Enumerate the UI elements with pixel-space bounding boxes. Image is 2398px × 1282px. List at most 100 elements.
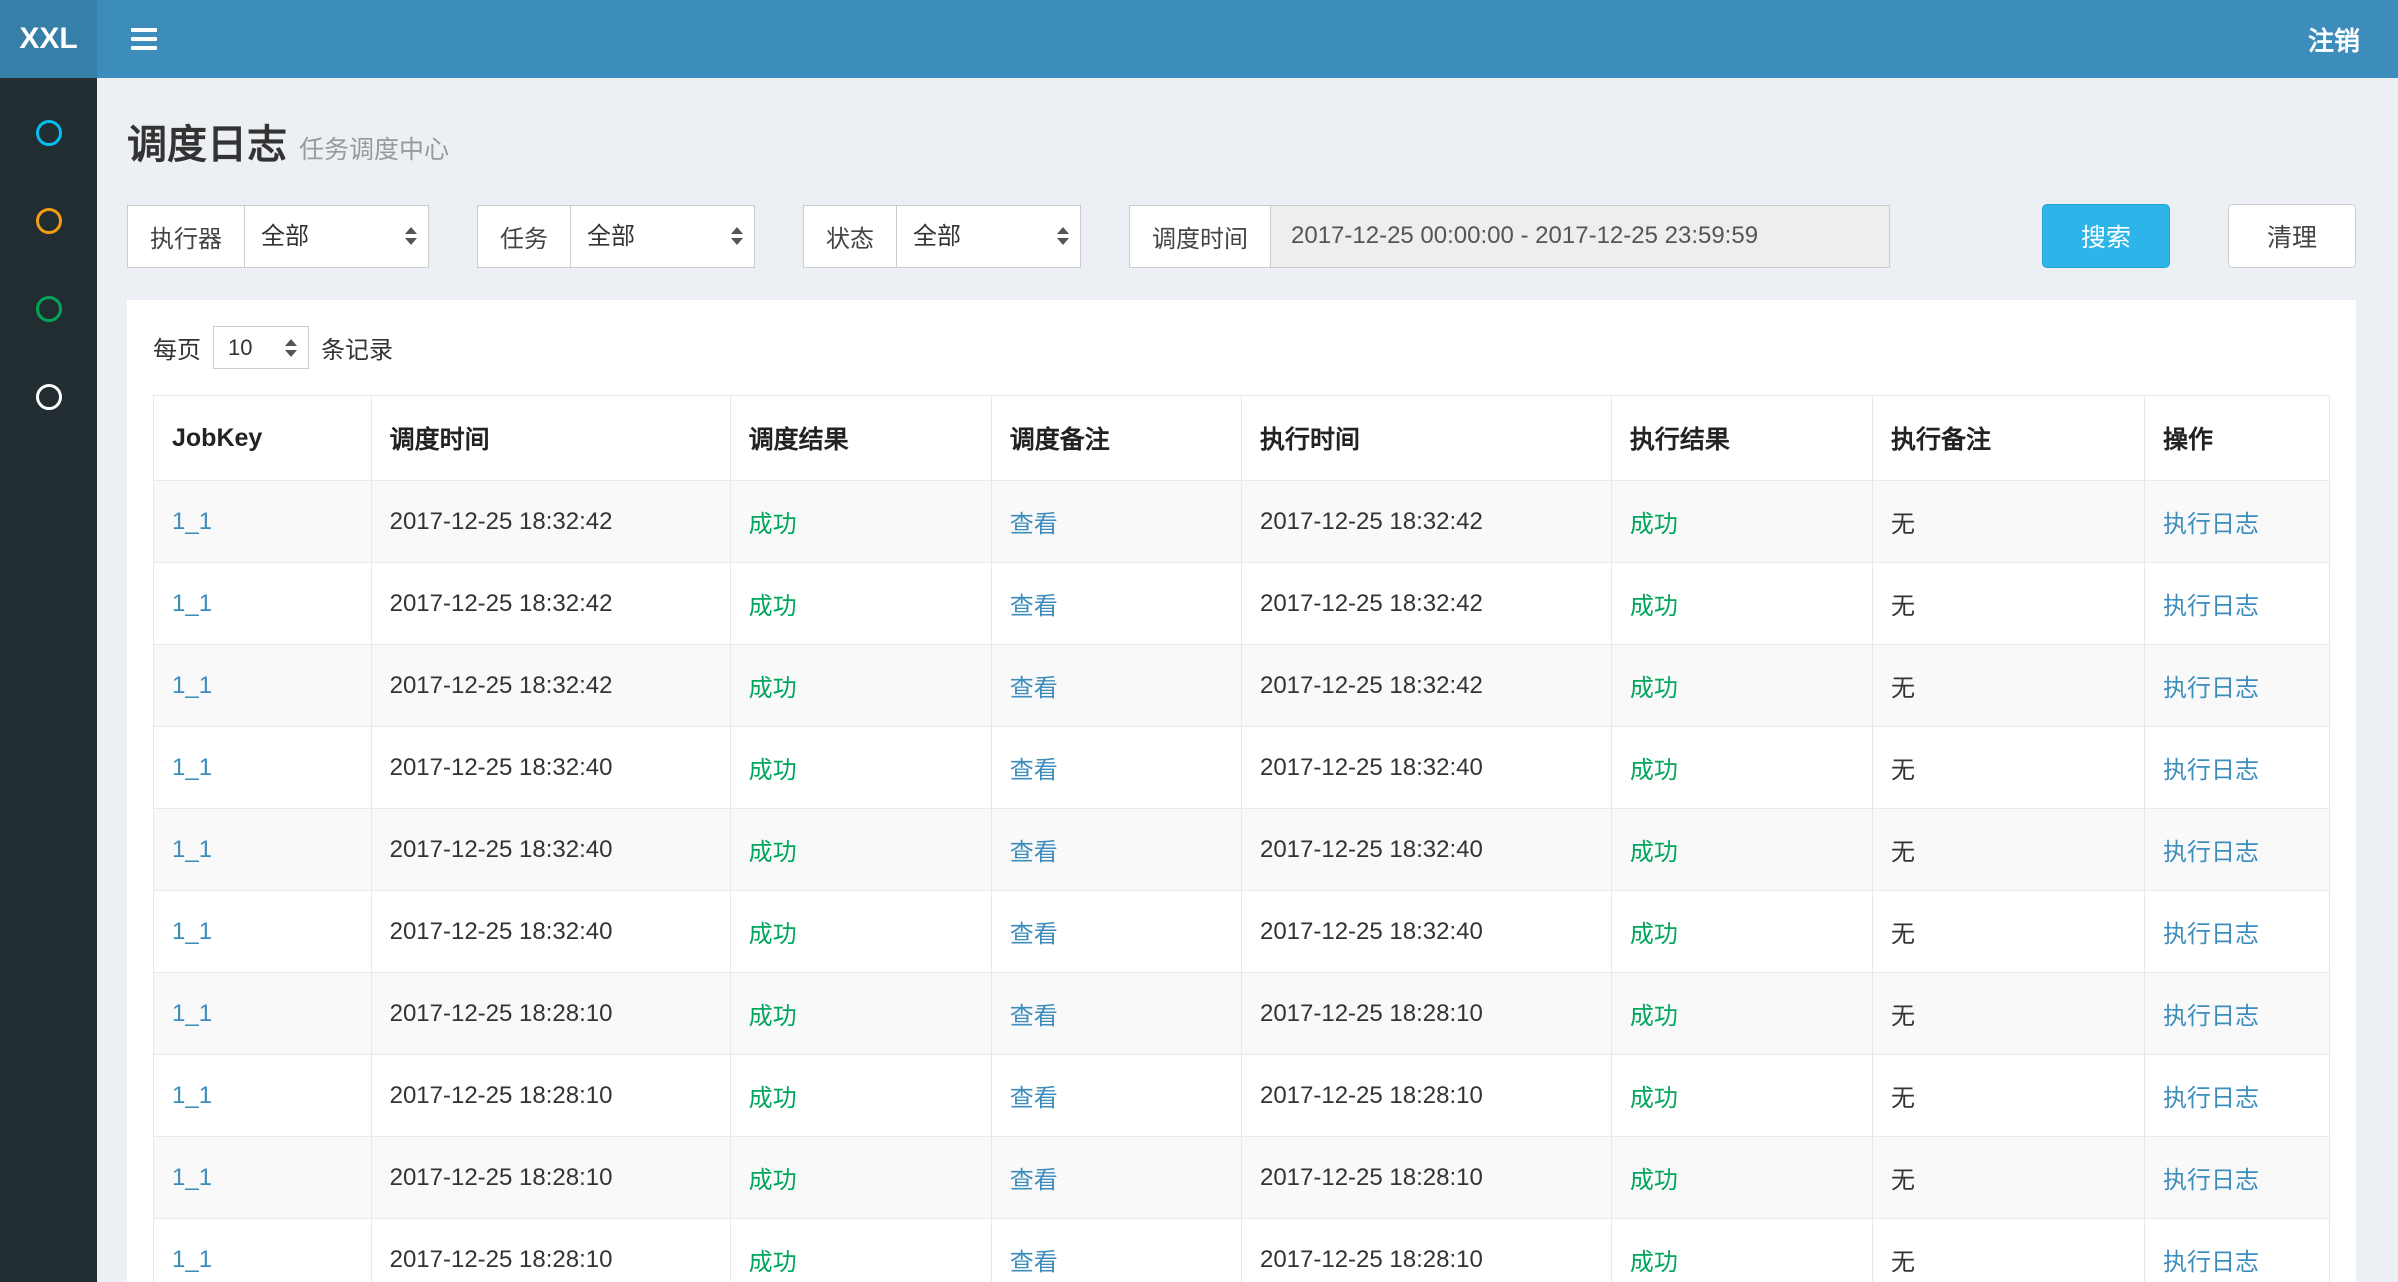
exec-log-link[interactable]: 执行日志 [2163, 1085, 2259, 1112]
sched-result-cell: 成功 [730, 645, 991, 727]
exec-remark-cell: 无 [1872, 645, 2144, 727]
sched-remark-link-cell: 查看 [991, 645, 1241, 727]
time-range-input[interactable] [1270, 205, 1890, 268]
status-filter-select[interactable]: 全部 [896, 205, 1081, 268]
exec-remark-cell: 无 [1872, 727, 2144, 809]
sched-result-cell: 成功 [730, 1055, 991, 1137]
page-title: 调度日志 [127, 123, 287, 167]
exec-result-cell: 成功 [1611, 891, 1872, 973]
time-filter: 调度时间 [1129, 205, 1890, 268]
sched-remark-link-cell: 查看 [991, 563, 1241, 645]
sched-result-cell: 成功 [730, 727, 991, 809]
column-header: JobKey [154, 396, 372, 481]
page-size-select[interactable]: 10 [213, 326, 309, 369]
job-filter-select[interactable]: 全部 [570, 205, 755, 268]
exec-time-cell: 2017-12-25 18:32:40 [1241, 891, 1611, 973]
sidebar-item-4[interactable] [0, 366, 97, 428]
sched-remark-link[interactable]: 查看 [1010, 1085, 1058, 1112]
search-button[interactable]: 搜索 [2042, 204, 2170, 268]
jobkey-link[interactable]: 1_1 [172, 1164, 212, 1191]
sidebar-item-1[interactable] [0, 102, 97, 164]
exec-log-link-cell: 执行日志 [2144, 973, 2329, 1055]
exec-time-cell: 2017-12-25 18:32:42 [1241, 645, 1611, 727]
jobkey-link[interactable]: 1_1 [172, 1000, 212, 1027]
app-logo[interactable]: XXL [0, 0, 97, 78]
sched-remark-link-cell: 查看 [991, 1219, 1241, 1282]
page-header: 调度日志任务调度中心 [127, 112, 2356, 170]
log-table: JobKey调度时间调度结果调度备注执行时间执行结果执行备注操作 1_12017… [153, 395, 2330, 1282]
sidebar-item-2[interactable] [0, 190, 97, 252]
exec-log-link-cell: 执行日志 [2144, 891, 2329, 973]
jobkey-link[interactable]: 1_1 [172, 1246, 212, 1273]
executor-filter-select[interactable]: 全部 [244, 205, 429, 268]
jobkey-link[interactable]: 1_1 [172, 1082, 212, 1109]
exec-log-link[interactable]: 执行日志 [2163, 1167, 2259, 1194]
sched-remark-link[interactable]: 查看 [1010, 1167, 1058, 1194]
job-filter-label: 任务 [477, 205, 570, 268]
clear-button[interactable]: 清理 [2228, 204, 2356, 268]
table-row: 1_12017-12-25 18:32:40成功查看2017-12-25 18:… [154, 727, 2330, 809]
sched-remark-link[interactable]: 查看 [1010, 1003, 1058, 1030]
table-row: 1_12017-12-25 18:28:10成功查看2017-12-25 18:… [154, 1137, 2330, 1219]
exec-log-link-cell: 执行日志 [2144, 645, 2329, 727]
executor-filter-label: 执行器 [127, 205, 244, 268]
sched-remark-link-cell: 查看 [991, 1055, 1241, 1137]
jobkey-link[interactable]: 1_1 [172, 918, 212, 945]
sched-remark-link[interactable]: 查看 [1010, 839, 1058, 866]
job-filter: 任务 全部 [477, 205, 755, 268]
jobkey-link[interactable]: 1_1 [172, 672, 212, 699]
exec-result-cell: 成功 [1611, 645, 1872, 727]
sched-result-cell: 成功 [730, 563, 991, 645]
sched-time-cell: 2017-12-25 18:28:10 [371, 1137, 730, 1219]
sched-remark-link-cell: 查看 [991, 891, 1241, 973]
sched-remark-link[interactable]: 查看 [1010, 593, 1058, 620]
exec-log-link[interactable]: 执行日志 [2163, 921, 2259, 948]
jobkey-link-cell: 1_1 [154, 1219, 372, 1282]
exec-remark-cell: 无 [1872, 1055, 2144, 1137]
log-panel: 每页 10 条记录 JobKey调度时间调度结果调度备注执行时间执行结果执行备注… [127, 300, 2356, 1282]
sched-result-cell: 成功 [730, 809, 991, 891]
sched-remark-link[interactable]: 查看 [1010, 921, 1058, 948]
exec-log-link[interactable]: 执行日志 [2163, 675, 2259, 702]
exec-log-link-cell: 执行日志 [2144, 1055, 2329, 1137]
sched-remark-link[interactable]: 查看 [1010, 757, 1058, 784]
jobkey-link[interactable]: 1_1 [172, 590, 212, 617]
jobkey-link[interactable]: 1_1 [172, 508, 212, 535]
sched-time-cell: 2017-12-25 18:32:40 [371, 727, 730, 809]
sidebar-toggle-icon[interactable] [97, 28, 191, 50]
exec-result-cell: 成功 [1611, 1219, 1872, 1282]
sched-result-cell: 成功 [730, 891, 991, 973]
sidebar-item-3[interactable] [0, 278, 97, 340]
sched-remark-link[interactable]: 查看 [1010, 511, 1058, 538]
table-header-row: JobKey调度时间调度结果调度备注执行时间执行结果执行备注操作 [154, 396, 2330, 481]
column-header: 执行时间 [1241, 396, 1611, 481]
sched-time-cell: 2017-12-25 18:28:10 [371, 1219, 730, 1282]
sched-result-cell: 成功 [730, 973, 991, 1055]
column-header: 调度结果 [730, 396, 991, 481]
table-row: 1_12017-12-25 18:28:10成功查看2017-12-25 18:… [154, 973, 2330, 1055]
exec-remark-cell: 无 [1872, 973, 2144, 1055]
table-row: 1_12017-12-25 18:32:40成功查看2017-12-25 18:… [154, 809, 2330, 891]
exec-log-link[interactable]: 执行日志 [2163, 1003, 2259, 1030]
exec-log-link[interactable]: 执行日志 [2163, 839, 2259, 866]
sched-remark-link[interactable]: 查看 [1010, 675, 1058, 702]
exec-log-link[interactable]: 执行日志 [2163, 593, 2259, 620]
exec-log-link[interactable]: 执行日志 [2163, 1249, 2259, 1276]
sched-time-cell: 2017-12-25 18:32:42 [371, 645, 730, 727]
sched-time-cell: 2017-12-25 18:28:10 [371, 973, 730, 1055]
jobkey-link[interactable]: 1_1 [172, 836, 212, 863]
exec-log-link[interactable]: 执行日志 [2163, 511, 2259, 538]
jobkey-link[interactable]: 1_1 [172, 754, 212, 781]
jobkey-link-cell: 1_1 [154, 481, 372, 563]
exec-log-link[interactable]: 执行日志 [2163, 757, 2259, 784]
sched-remark-link-cell: 查看 [991, 1137, 1241, 1219]
table-row: 1_12017-12-25 18:28:10成功查看2017-12-25 18:… [154, 1219, 2330, 1282]
jobkey-link-cell: 1_1 [154, 563, 372, 645]
sched-remark-link-cell: 查看 [991, 973, 1241, 1055]
exec-time-cell: 2017-12-25 18:32:42 [1241, 563, 1611, 645]
exec-remark-cell: 无 [1872, 891, 2144, 973]
sched-remark-link[interactable]: 查看 [1010, 1249, 1058, 1276]
logout-link[interactable]: 注销 [2308, 21, 2398, 58]
exec-result-cell: 成功 [1611, 481, 1872, 563]
filter-toolbar: 执行器 全部 任务 全部 状态 [127, 204, 2356, 268]
